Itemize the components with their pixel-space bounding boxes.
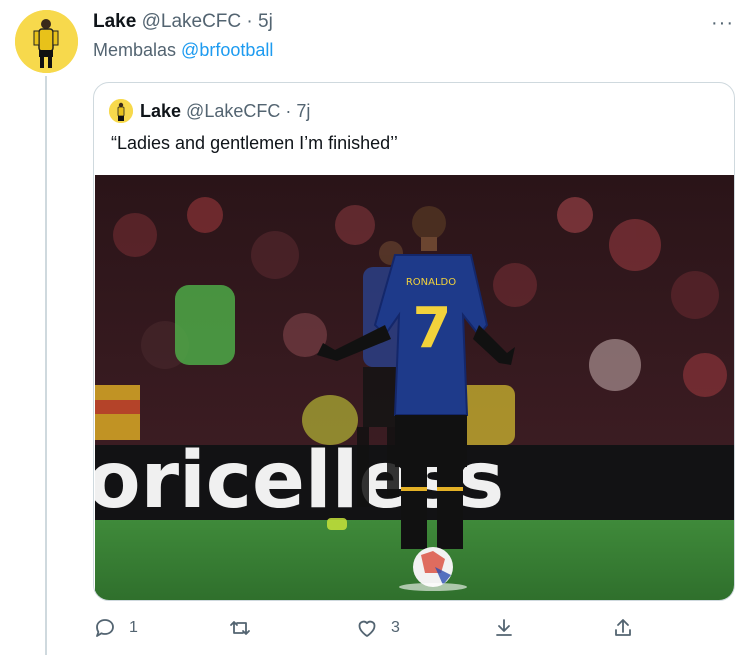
quoted-tweet-text: “Ladies and gentlemen I’m finished’’ [111,133,398,153]
reply-prefix: Membalas [93,40,177,60]
quoted-photo[interactable]: oricelless RONALDO 7 [94,175,734,600]
football-photo: oricelless RONALDO 7 [94,175,734,600]
author-name[interactable]: Lake [93,11,136,32]
thread-line [45,76,47,655]
share-icon [615,619,631,636]
like-button[interactable]: 3 [355,616,400,640]
bookmark-button[interactable] [492,616,516,640]
reply-count: 1 [129,619,138,636]
more-options-icon[interactable]: ··· [711,12,734,35]
share-button[interactable] [611,616,635,640]
reply-icon [96,619,114,637]
like-count: 3 [391,619,400,636]
avatar[interactable] [15,10,78,73]
tweet-header: Lake @LakeCFC · 5j [93,11,273,33]
action-bar: 1 3 [93,616,653,646]
timestamp[interactable]: 5j [258,11,273,32]
reply-button[interactable]: 1 [93,616,138,640]
quoted-timestamp: 7j [296,100,311,121]
quoted-separator: · [285,100,292,121]
separator: · [246,11,253,32]
quoted-tweet[interactable]: Lake @LakeCFC · 7j “Ladies and gentlemen… [93,82,735,601]
retweet-icon [230,621,250,635]
jersey-number: 7 [413,296,452,361]
reply-mention-link[interactable]: @brfootball [181,40,273,60]
quoted-author-name: Lake [140,100,182,121]
reply-context: Membalas @brfootball [93,40,273,61]
quoted-avatar [109,99,133,123]
quoted-tweet-header: Lake @LakeCFC · 7j [109,99,310,123]
author-handle[interactable]: @LakeCFC [142,11,242,32]
heart-icon [358,620,376,637]
download-arrow-icon [496,619,512,636]
quoted-author-handle: @LakeCFC [186,100,281,121]
retweet-button[interactable] [228,616,264,640]
jersey-name: RONALDO [406,277,456,288]
